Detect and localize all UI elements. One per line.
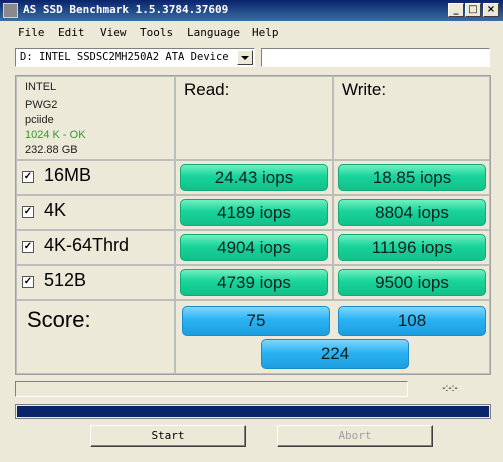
write-result-4k-64thrd: 11196 iops bbox=[338, 234, 486, 261]
test-label-4k-64thrd: 4K-64Thrd bbox=[44, 235, 130, 255]
read-result-4k-64thrd: 4904 iops bbox=[180, 234, 328, 261]
write-result-16mb: 18.85 iops bbox=[338, 164, 486, 191]
read-score: 75 bbox=[182, 306, 330, 336]
total-score: 224 bbox=[261, 339, 409, 369]
checkbox-512b[interactable]: ✓ bbox=[22, 276, 34, 288]
menu-language[interactable]: Language bbox=[187, 26, 240, 39]
checkbox-4k[interactable]: ✓ bbox=[22, 206, 34, 218]
menu-file[interactable]: File bbox=[18, 26, 45, 39]
title-bar[interactable]: AS SSD Benchmark 1.5.3784.37609 _ □ × bbox=[0, 0, 503, 21]
device-select[interactable]: D: INTEL SSDSC2MH250A2 ATA Device bbox=[15, 48, 255, 67]
write-cell-16mb: 18.85 iops bbox=[333, 160, 490, 195]
score-label-cell: Score: bbox=[16, 300, 175, 374]
drive-driver: pciide bbox=[25, 114, 54, 126]
status-bar bbox=[15, 381, 408, 397]
write-cell-4k-64thrd: 11196 iops bbox=[333, 230, 490, 265]
read-result-16mb: 24.43 iops bbox=[180, 164, 328, 191]
test-label-16mb: 16MB bbox=[44, 165, 92, 185]
elapsed-time: -:-:- bbox=[442, 383, 458, 394]
drive-vendor: INTEL bbox=[25, 81, 57, 93]
write-header-label: Write: bbox=[342, 80, 387, 99]
read-cell-4k: 4189 iops bbox=[175, 195, 333, 230]
drive-firmware: PWG2 bbox=[25, 99, 58, 111]
menu-edit[interactable]: Edit bbox=[58, 26, 85, 39]
device-info-field[interactable] bbox=[261, 48, 490, 67]
read-header-label: Read: bbox=[184, 80, 230, 99]
write-result-512b: 9500 iops bbox=[338, 269, 486, 296]
write-result-4k: 8804 iops bbox=[338, 199, 486, 226]
read-column-header: Read: bbox=[175, 76, 333, 160]
test-row-16mb: ✓ 16MB bbox=[16, 160, 175, 195]
write-score: 108 bbox=[338, 306, 486, 336]
drive-alignment: 1024 K - OK bbox=[25, 129, 86, 141]
maximize-button[interactable]: □ bbox=[465, 3, 481, 17]
minimize-button[interactable]: _ bbox=[448, 3, 464, 17]
test-row-4k-64thrd: ✓ 4K-64Thrd bbox=[16, 230, 175, 265]
close-button[interactable]: × bbox=[483, 3, 499, 17]
read-cell-512b: 4739 iops bbox=[175, 265, 333, 300]
abort-button[interactable]: Abort bbox=[277, 425, 433, 447]
device-select-value: D: INTEL SSDSC2MH250A2 ATA Device bbox=[20, 51, 229, 63]
test-label-4k: 4K bbox=[44, 200, 67, 220]
write-column-header: Write: bbox=[333, 76, 490, 160]
read-cell-4k-64thrd: 4904 iops bbox=[175, 230, 333, 265]
menu-bar: File Edit View Tools Language Help bbox=[0, 24, 503, 42]
device-dropdown-button[interactable] bbox=[237, 50, 253, 65]
menu-view[interactable]: View bbox=[100, 26, 127, 39]
score-label: Score: bbox=[27, 307, 91, 332]
progress-fill bbox=[17, 406, 489, 417]
results-grid: INTEL PWG2 pciide 1024 K - OK 232.88 GB … bbox=[15, 75, 491, 375]
drive-capacity: 232.88 GB bbox=[25, 144, 78, 156]
test-row-512b: ✓ 512B bbox=[16, 265, 175, 300]
checkbox-16mb[interactable]: ✓ bbox=[22, 171, 34, 183]
read-result-512b: 4739 iops bbox=[180, 269, 328, 296]
app-icon bbox=[3, 3, 18, 18]
menu-help[interactable]: Help bbox=[252, 26, 279, 39]
write-cell-512b: 9500 iops bbox=[333, 265, 490, 300]
checkbox-4k-64thrd[interactable]: ✓ bbox=[22, 241, 34, 253]
progress-bar bbox=[15, 404, 491, 419]
start-button[interactable]: Start bbox=[90, 425, 246, 447]
read-cell-16mb: 24.43 iops bbox=[175, 160, 333, 195]
write-cell-4k: 8804 iops bbox=[333, 195, 490, 230]
chevron-down-icon bbox=[241, 56, 249, 60]
test-label-512b: 512B bbox=[44, 270, 87, 290]
test-row-4k: ✓ 4K bbox=[16, 195, 175, 230]
window-title: AS SSD Benchmark 1.5.3784.37609 bbox=[23, 3, 229, 16]
read-result-4k: 4189 iops bbox=[180, 199, 328, 226]
drive-info-panel: INTEL PWG2 pciide 1024 K - OK 232.88 GB bbox=[16, 76, 175, 160]
score-values-cell: 75 108 224 bbox=[175, 300, 490, 374]
menu-tools[interactable]: Tools bbox=[140, 26, 173, 39]
